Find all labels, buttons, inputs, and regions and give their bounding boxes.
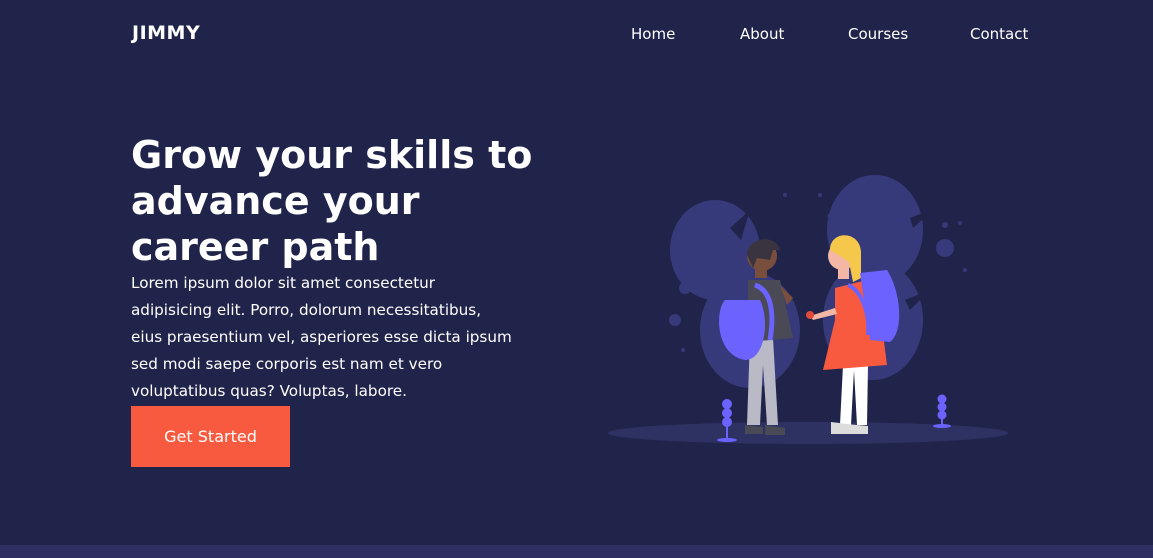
floating-dot — [681, 348, 685, 352]
hero-description-line: voluptatibus quas? Voluptas, labore. — [131, 382, 407, 400]
nav-link-home[interactable]: Home — [631, 25, 675, 43]
navbar: JIMMY Home About Courses Contact — [0, 0, 1153, 70]
floating-dot — [936, 239, 954, 257]
floating-dot — [827, 213, 833, 219]
hero-description: Lorem ipsum dolor sit amet consectetur a… — [131, 270, 541, 405]
hero-title: Grow your skills to advance your career … — [131, 132, 571, 270]
hero-title-line: Grow your skills to — [131, 133, 533, 177]
next-section-edge — [0, 545, 1153, 558]
nav-link-courses[interactable]: Courses — [848, 25, 908, 43]
floating-dot — [669, 314, 681, 326]
main-nav: Home About Courses Contact — [0, 25, 1153, 47]
hero-description-line: adipisicing elit. Porro, dolorum necessi… — [131, 301, 482, 319]
hero-description-line: Lorem ipsum dolor sit amet consectetur — [131, 274, 436, 292]
get-started-button[interactable]: Get Started — [131, 406, 290, 467]
hero-title-line: advance your — [131, 179, 420, 223]
floating-dot — [818, 193, 822, 197]
floating-dot — [679, 282, 691, 294]
floating-dot — [963, 268, 967, 272]
hero-description-line: sed modi saepe corporis est nam et vero — [131, 355, 443, 373]
floating-dot — [958, 221, 962, 225]
students-with-backpacks-illustration — [608, 175, 1008, 444]
hero-title-line: career path — [131, 225, 380, 269]
plant-right — [933, 394, 951, 428]
floating-dot — [942, 222, 948, 228]
nav-link-about[interactable]: About — [740, 25, 784, 43]
floating-dot — [783, 193, 787, 197]
hero-description-line: eius praesentium vel, asperiores esse di… — [131, 328, 512, 346]
nav-link-contact[interactable]: Contact — [970, 25, 1028, 43]
